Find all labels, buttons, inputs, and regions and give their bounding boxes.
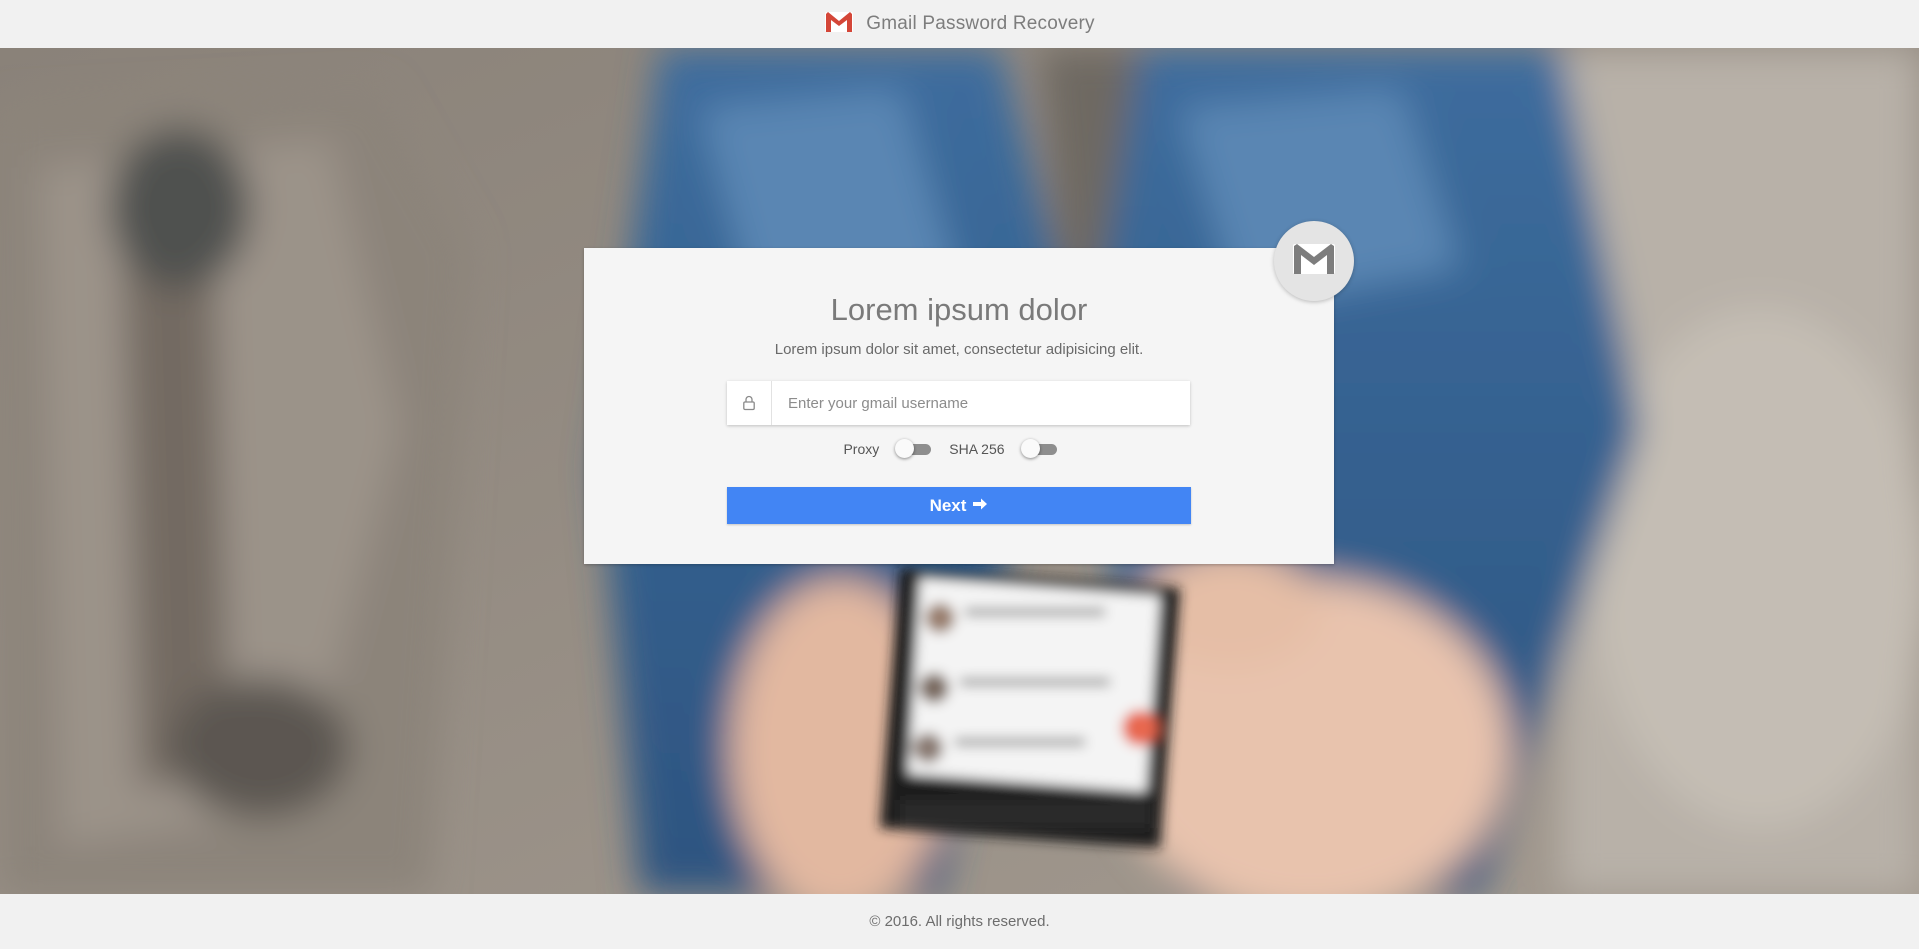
card-subtitle: Lorem ipsum dolor sit amet, consectetur …	[774, 341, 1144, 358]
username-input[interactable]	[772, 381, 1190, 425]
top-bar: Gmail Password Recovery	[0, 0, 1919, 48]
proxy-switch-knob	[895, 439, 915, 458]
recovery-card: Lorem ipsum dolor Lorem ipsum dolor sit …	[584, 248, 1334, 564]
app-title: Gmail Password Recovery	[866, 13, 1095, 34]
lock-icon	[727, 381, 772, 425]
proxy-toggle-group: Proxy	[843, 438, 949, 460]
next-button[interactable]: Next	[727, 487, 1191, 524]
sha256-switch[interactable]	[1020, 438, 1057, 460]
proxy-label: Proxy	[843, 441, 880, 457]
gmail-m-icon	[1291, 242, 1337, 281]
gmail-m-icon	[824, 11, 854, 38]
username-field	[727, 381, 1190, 425]
footer: © 2016. All rights reserved.	[0, 894, 1919, 949]
copyright-text: © 2016. All rights reserved.	[869, 913, 1050, 930]
sha256-toggle-group: SHA 256	[949, 438, 1074, 460]
options-row: Proxy SHA 256	[584, 438, 1334, 460]
arrow-right-icon	[972, 496, 988, 516]
sha256-switch-knob	[1020, 439, 1040, 458]
next-button-label: Next	[929, 495, 967, 515]
gmail-badge	[1274, 221, 1354, 301]
proxy-switch[interactable]	[895, 438, 932, 460]
card-title: Lorem ipsum dolor	[830, 292, 1088, 327]
sha256-label: SHA 256	[949, 441, 1005, 457]
